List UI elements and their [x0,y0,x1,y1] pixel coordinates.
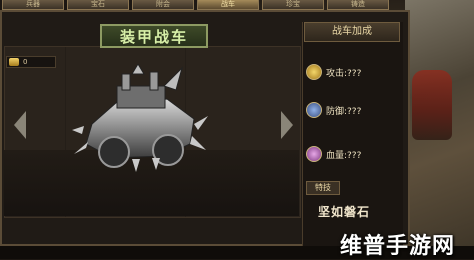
resource-value: 0 [23,58,28,66]
panel-title: 装甲战车 [100,24,208,48]
chariot-image [72,63,208,172]
world-character [412,70,452,140]
bonus-header: 战车加成 [304,22,400,42]
attack-icon [306,64,322,80]
stat-defense-text: 防御:??? [326,106,362,117]
tab-treasure[interactable]: 珍宝 [262,0,324,10]
defense-icon [306,102,322,118]
stat-defense: 防御:??? [306,102,361,118]
skill-label: 特技 [306,181,340,195]
stat-attack: 攻击:??? [306,64,361,80]
resource-coin-icon [9,58,19,66]
stat-hp-text: 血量:??? [326,150,362,161]
tab-gems[interactable]: 宝石 [67,0,129,10]
resource-bar: 0 [6,56,56,68]
tab-chariot[interactable]: 战车 [197,0,259,10]
site-watermark: 维普手游网 [340,234,456,259]
tab-bar: 兵器 宝石 附会 战车 珍宝 铸造 [0,0,412,10]
tab-forge[interactable]: 铸造 [327,0,389,10]
armored-chariot-model [72,63,212,178]
tab-weapons[interactable]: 兵器 [2,0,64,10]
hp-icon [306,146,322,162]
right-arrow-icon[interactable] [281,111,293,139]
tab-enchant[interactable]: 附会 [132,0,194,10]
skill-name: 坚如磐石 [318,205,371,219]
stat-attack-text: 攻击:??? [326,68,362,79]
stat-hp: 血量:??? [306,146,361,162]
left-arrow-icon[interactable] [14,111,26,139]
